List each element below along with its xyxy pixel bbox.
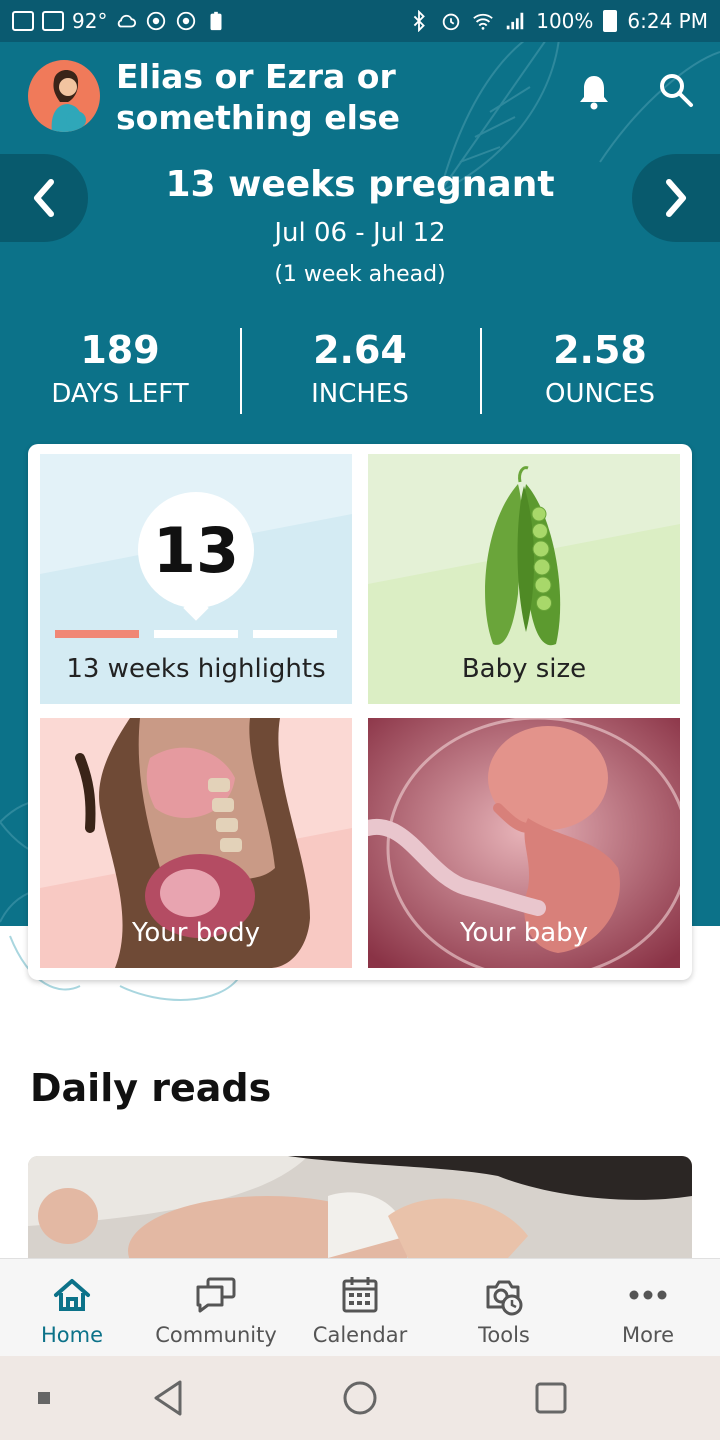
alarm-icon: [442, 13, 460, 31]
week-dates: Jul 06 - Jul 12: [274, 218, 446, 248]
stat-value: 189: [80, 328, 160, 372]
bluetooth-icon: [413, 10, 426, 32]
tab-label: Community: [155, 1323, 277, 1347]
home-button-icon[interactable]: [343, 1381, 377, 1415]
stat-value: 2.64: [313, 328, 407, 372]
tab-label: More: [621, 1323, 675, 1347]
progress-segment: [154, 630, 238, 638]
bell-icon[interactable]: [574, 72, 614, 112]
tab-more[interactable]: More: [576, 1259, 720, 1356]
tab-calendar[interactable]: Calendar: [288, 1259, 432, 1356]
newborn-photo: [28, 1156, 692, 1258]
clock-time: 6:24 PM: [627, 9, 708, 33]
chrome-icon: [147, 11, 166, 31]
app-header: Elias or Ezra or something else: [0, 42, 720, 152]
daily-reads-heading: Daily reads: [30, 1066, 272, 1110]
bottom-tab-bar: Home Community Calendar Tools More: [0, 1258, 720, 1356]
highlights-label: 13 weeks highlights: [66, 654, 326, 684]
previous-week-button[interactable]: [0, 154, 88, 242]
youtube-notification-icon: [12, 11, 34, 31]
next-week-button[interactable]: [632, 154, 720, 242]
more-icon: [629, 1290, 667, 1300]
tab-label: Tools: [478, 1323, 530, 1347]
week-number-badge: 13: [138, 492, 254, 608]
your-baby-tile[interactable]: Your baby: [368, 718, 680, 968]
status-bar: 92° 100% 6:24 PM: [0, 0, 720, 42]
app-title: Elias or Ezra or something else: [116, 57, 400, 137]
wifi-icon: [473, 13, 493, 30]
your-body-label: Your body: [131, 918, 261, 948]
user-avatar[interactable]: [28, 60, 100, 132]
calendar-icon: [342, 1277, 378, 1313]
stat-days-left: 189 DAYS LEFT: [0, 326, 240, 416]
week-overview-card: 13 13 weeks highlights Baby size Your bo…: [28, 444, 692, 980]
baby-size-label: Baby size: [461, 654, 587, 684]
pregnant-woman-avatar-icon: [51, 69, 86, 132]
tab-tools[interactable]: Tools: [432, 1259, 576, 1356]
week-title: 13 weeks pregnant: [165, 164, 555, 205]
pregnancy-stats: 189 DAYS LEFT 2.64 INCHES 2.58 OUNCES: [0, 326, 720, 416]
home-icon: [54, 1279, 90, 1311]
chat-icon: [196, 1277, 236, 1313]
tools-icon: [486, 1280, 523, 1316]
your-baby-label: Your baby: [459, 918, 589, 948]
android-nav-buttons: [38, 1380, 567, 1416]
battery-percent: 100%: [536, 9, 594, 33]
chrome-icon-2: [177, 11, 196, 31]
progress-segment: [253, 630, 337, 638]
tab-label: Calendar: [312, 1323, 408, 1347]
daily-read-card-image[interactable]: [28, 1156, 692, 1258]
recents-dot-icon[interactable]: [38, 1392, 50, 1404]
stat-inches: 2.64 INCHES: [240, 326, 480, 416]
temperature-text: 92°: [72, 9, 108, 33]
chevron-left-icon: [34, 179, 54, 217]
cloud-icon: [118, 14, 137, 28]
baby-size-tile[interactable]: Baby size: [368, 454, 680, 704]
chevron-right-icon: [666, 179, 686, 217]
stat-label: OUNCES: [544, 379, 656, 409]
stat-label: INCHES: [311, 379, 409, 409]
back-icon[interactable]: [154, 1380, 182, 1416]
battery-saver-icon: [210, 11, 222, 31]
stat-ounces: 2.58 OUNCES: [480, 326, 720, 416]
signal-icon: [506, 12, 524, 30]
stat-label: DAYS LEFT: [51, 379, 189, 409]
stat-value: 2.58: [553, 328, 647, 372]
app-notification-icon: [42, 11, 64, 31]
overview-icon[interactable]: [535, 1382, 567, 1414]
week-navigator: 13 weeks pregnant Jul 06 - Jul 12 (1 wee…: [0, 154, 720, 314]
android-navigation-bar: [0, 1356, 720, 1440]
tab-label: Home: [40, 1323, 103, 1347]
progress-segment-active: [55, 630, 139, 638]
highlights-tile[interactable]: 13 13 weeks highlights: [40, 454, 352, 704]
week-ahead-note: (1 week ahead): [274, 262, 446, 287]
tab-community[interactable]: Community: [144, 1259, 288, 1356]
tab-home[interactable]: Home: [0, 1259, 144, 1356]
search-icon[interactable]: [656, 70, 696, 110]
your-body-tile[interactable]: Your body: [40, 718, 352, 968]
highlights-progress: [55, 630, 337, 638]
battery-icon: [603, 10, 618, 32]
